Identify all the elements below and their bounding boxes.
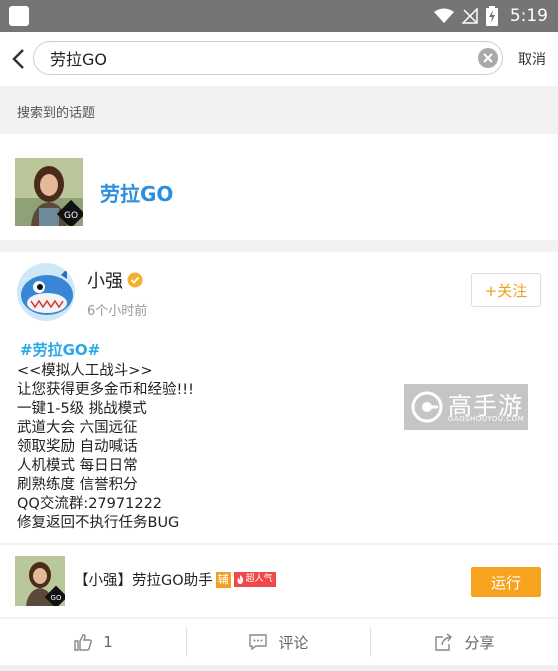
app-title-text: 【小强】劳拉GO助手	[74, 573, 213, 589]
app-card[interactable]: GO 【小强】劳拉GO助手 辅 超人气 运行	[0, 545, 558, 617]
thumbs-up-icon	[74, 634, 93, 651]
watermark-subtext: GAOSHOUYOU.COM	[448, 415, 525, 423]
topic-avatar-badge: GO	[64, 211, 78, 221]
clock: 5:19	[509, 6, 548, 26]
post-line: 领取奖励 自动喊话	[17, 439, 138, 455]
like-button[interactable]: 1	[0, 619, 186, 665]
share-button[interactable]: 分享	[371, 619, 558, 665]
verified-icon	[127, 272, 143, 288]
post-line: <<模拟人工战斗>>	[17, 363, 153, 379]
hot-badge: 超人气	[233, 572, 276, 587]
back-button[interactable]	[6, 43, 30, 75]
avatar[interactable]	[17, 263, 75, 321]
watermark-logo-icon	[411, 391, 443, 423]
action-bar: 1 评论 分享	[0, 619, 558, 671]
post-line: 修复返回不执行任务BUG	[17, 515, 180, 531]
post-line: QQ交流群:27971222	[17, 496, 163, 512]
cancel-button[interactable]: 取消	[518, 49, 546, 69]
chevron-left-icon	[12, 49, 24, 69]
notification-app-icon	[9, 6, 29, 26]
post-card: 小强 6个小时前 +关注 #劳拉GO# <<模拟人工战斗>> 让您获得更多金币和…	[0, 252, 558, 543]
hashtag-link[interactable]: #劳拉GO#	[20, 339, 100, 360]
post-line: 让您获得更多金币和经验!!!	[17, 382, 194, 398]
topic-card[interactable]: GO 劳拉GO	[0, 134, 558, 240]
section-label: 搜索到的话题	[17, 106, 96, 121]
assist-badge: 辅	[215, 571, 231, 588]
post-line: 刷熟练度 信誉积分	[17, 477, 138, 493]
post-line: 武道大会 六国远征	[17, 420, 138, 436]
post-time: 6个小时前	[87, 304, 148, 319]
battery-charging-icon	[485, 6, 498, 26]
share-icon	[435, 633, 453, 651]
post-body: <<模拟人工战斗>> 让您获得更多金币和经验!!! 一键1-5级 挑战模式 武道…	[17, 362, 194, 533]
close-icon	[483, 53, 493, 63]
hot-badge-text: 超人气	[245, 574, 273, 584]
post-line: 一键1-5级 挑战模式	[17, 401, 147, 417]
comment-button[interactable]: 评论	[187, 619, 370, 665]
topic-avatar: GO	[15, 158, 83, 226]
wifi-icon	[433, 8, 454, 23]
bottom-strip	[0, 665, 558, 671]
search-box	[33, 41, 503, 75]
comment-icon	[249, 634, 268, 651]
comment-label: 评论	[278, 633, 309, 652]
watermark: 高手游 GAOSHOUYOU.COM	[404, 384, 528, 430]
status-bar: 5:19	[0, 0, 558, 32]
username[interactable]: 小强	[87, 267, 143, 293]
fire-icon	[237, 575, 243, 584]
status-icons: 5:19	[433, 0, 548, 32]
search-input[interactable]	[50, 42, 470, 74]
app-icon: GO	[15, 556, 65, 606]
username-text[interactable]: 小强	[87, 267, 123, 293]
app-icon-badge: GO	[51, 594, 62, 602]
follow-button[interactable]: +关注	[471, 273, 541, 307]
like-count: 1	[103, 633, 113, 651]
post-line: 人机模式 每日日常	[17, 458, 138, 474]
run-button[interactable]: 运行	[471, 567, 541, 597]
clear-search-button[interactable]	[478, 48, 498, 68]
share-label: 分享	[464, 633, 495, 652]
no-signal-icon	[461, 8, 478, 24]
app-title: 【小强】劳拉GO助手 辅 超人气	[74, 569, 276, 590]
search-header: 取消	[0, 32, 558, 86]
topic-name[interactable]: 劳拉GO	[100, 178, 173, 207]
